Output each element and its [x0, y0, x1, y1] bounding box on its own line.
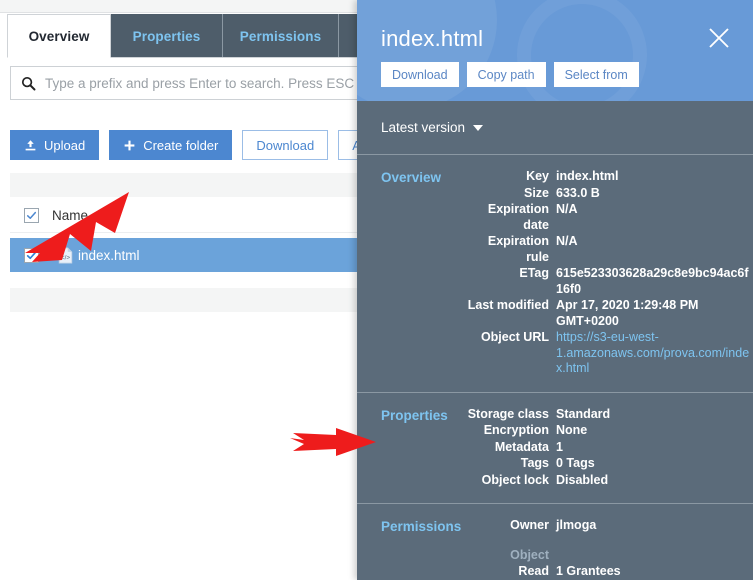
panel-download-button[interactable]: Download	[381, 62, 459, 87]
detail-row-object-lock: Object lock Disabled	[467, 473, 753, 489]
detail-value: Standard	[556, 406, 611, 421]
detail-value: 633.0 B	[556, 185, 600, 200]
tab-overview-label: Overview	[28, 28, 90, 44]
detail-key: Key	[526, 169, 549, 183]
table-top-band	[10, 173, 358, 197]
version-selector-label: Latest version	[381, 120, 466, 135]
detail-key: Storage class	[467, 406, 549, 421]
checkbox-icon	[23, 208, 39, 223]
detail-key: Owner	[510, 518, 549, 532]
detail-row-size: Size 633.0 B	[467, 186, 753, 202]
detail-row-object-read: Read 1 Grantees	[467, 564, 753, 580]
table-header-row: Name	[10, 199, 358, 233]
html-file-icon: </>	[52, 246, 78, 264]
detail-key: ETag	[519, 266, 549, 280]
panel-header: index.html Download Copy path Select fro…	[357, 0, 753, 101]
tab-permissions-label: Permissions	[239, 28, 322, 44]
detail-value: 1 Grantees	[556, 564, 621, 578]
detail-value: N/A	[556, 234, 578, 248]
detail-value: jlmoga	[556, 518, 597, 532]
panel-title: index.html	[381, 26, 484, 51]
detail-key: Object	[510, 547, 549, 562]
upload-button[interactable]: Upload	[10, 130, 100, 160]
table-row-name: index.html	[78, 247, 140, 263]
checkbox-icon	[23, 247, 39, 263]
column-header-name[interactable]: Name	[52, 208, 106, 223]
section-permissions: Permissions Owner jlmoga Object Read 1 Gra…	[357, 504, 753, 580]
plus-icon	[123, 139, 136, 152]
caret-down-icon	[95, 208, 106, 223]
version-selector[interactable]: Latest version	[357, 101, 753, 155]
panel-action-buttons: Download Copy path Select from	[381, 62, 639, 87]
upload-icon	[24, 139, 37, 152]
detail-value	[556, 548, 753, 564]
detail-value: 615e523303628a29c8e9bc94ac6f16f0	[556, 266, 749, 296]
caret-down-icon	[473, 124, 484, 131]
object-url-link[interactable]: https://s3-eu-west-1.amazonaws.com/prova…	[556, 330, 753, 377]
detail-key: Encryption	[483, 423, 549, 437]
detail-key: Object URL	[480, 330, 549, 344]
download-button[interactable]: Download	[242, 130, 329, 160]
detail-value: index.html	[556, 169, 619, 183]
search-input[interactable]	[45, 75, 357, 91]
close-icon[interactable]	[705, 24, 733, 52]
detail-value: Apr 17, 2020 1:29:48 PM GMT+0200	[556, 298, 699, 328]
panel-select-from-label: Select from	[564, 67, 628, 82]
detail-row-last-modified: Last modified Apr 17, 2020 1:29:48 PM GMT…	[467, 298, 753, 329]
table-row[interactable]: </> index.html	[10, 238, 358, 272]
detail-value: N/A	[556, 202, 578, 216]
section-overview: Overview Key index.html Size 633.0 B Expir…	[357, 155, 753, 393]
tab-properties-label: Properties	[132, 28, 201, 44]
detail-row-encryption: Encryption None	[467, 423, 753, 439]
panel-select-from-button[interactable]: Select from	[553, 62, 639, 87]
detail-key: Metadata	[494, 439, 549, 454]
select-all-checkbox[interactable]	[10, 208, 52, 223]
create-folder-button[interactable]: Create folder	[109, 130, 233, 160]
section-overview-title: Overview	[381, 170, 442, 185]
row-checkbox[interactable]	[10, 247, 52, 263]
section-properties-title: Properties	[381, 407, 448, 423]
detail-key: Tags	[520, 456, 549, 470]
detail-group-object: Object	[467, 548, 753, 564]
detail-value: 1	[556, 439, 563, 454]
detail-value: 0 Tags	[556, 456, 595, 470]
detail-value: None	[556, 423, 588, 437]
detail-row-spacer	[467, 535, 753, 547]
window-top-strip	[0, 0, 360, 13]
detail-row-owner: Owner jlmoga	[467, 518, 753, 534]
download-button-label: Download	[256, 137, 315, 153]
detail-row-metadata: Metadata 1	[467, 440, 753, 456]
table-bottom-band	[10, 288, 358, 312]
svg-text:</>: </>	[61, 254, 70, 261]
detail-row-storage-class: Storage class Standard	[467, 407, 753, 423]
detail-row-expiration-date: Expiration date N/A	[467, 202, 753, 233]
detail-row-tags: Tags 0 Tags	[467, 456, 753, 472]
detail-key: Size	[523, 185, 549, 200]
section-properties: Properties Storage class Standard Encrypt…	[357, 393, 753, 504]
detail-key: Expiration date	[487, 202, 549, 232]
detail-row-etag: ETag 615e523303628a29c8e9bc94ac6f16f0	[467, 266, 753, 297]
upload-button-label: Upload	[44, 137, 86, 153]
tab-properties[interactable]: Properties	[111, 14, 223, 58]
detail-key: Object lock	[481, 472, 549, 487]
detail-key: Read	[518, 564, 549, 578]
tab-permissions[interactable]: Permissions	[223, 14, 339, 58]
panel-download-label: Download	[392, 67, 448, 82]
panel-copy-path-button[interactable]: Copy path	[466, 62, 546, 87]
detail-key: Last modified	[467, 298, 549, 312]
tab-overview[interactable]: Overview	[7, 14, 111, 58]
create-folder-button-label: Create folder	[143, 137, 219, 153]
object-details-panel: index.html Download Copy path Select fro…	[357, 0, 753, 580]
detail-row-expiration-rule: Expiration rule N/A	[467, 234, 753, 265]
panel-copy-path-label: Copy path	[477, 67, 535, 82]
search-bar[interactable]	[10, 66, 358, 100]
section-permissions-title: Permissions	[381, 519, 462, 534]
detail-value: Disabled	[556, 472, 609, 487]
detail-key: Expiration rule	[487, 234, 549, 264]
detail-row-key: Key index.html	[467, 169, 753, 185]
column-header-name-label: Name	[52, 208, 89, 223]
search-icon	[11, 76, 45, 91]
tab-bar: Overview Properties Permissions	[7, 14, 409, 58]
detail-row-object-url: Object URL https://s3-eu-west-1.amazonaws…	[467, 330, 753, 377]
